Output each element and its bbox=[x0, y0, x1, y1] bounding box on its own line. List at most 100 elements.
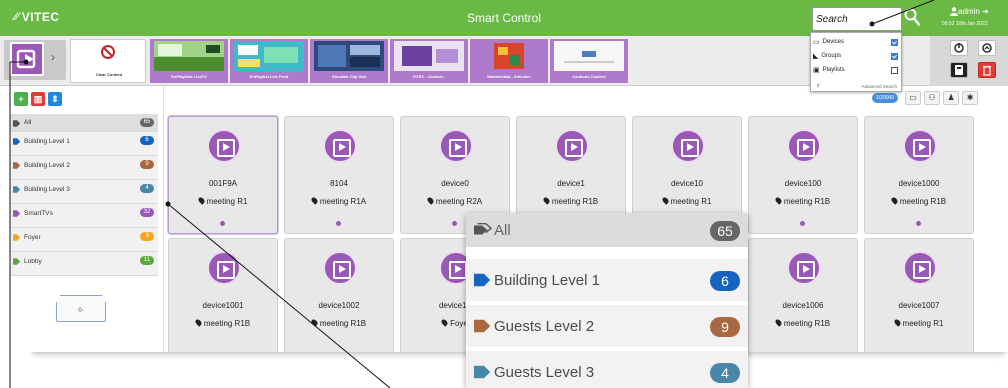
group-item-smarttvs[interactable]: SmartTVs 32 bbox=[10, 204, 158, 228]
group-view-button[interactable]: ⚇ bbox=[924, 91, 941, 105]
tags-icon bbox=[474, 223, 492, 235]
group-item-building-level-1[interactable]: Building Level 1 6 bbox=[10, 132, 158, 156]
device-name: device1006 bbox=[782, 301, 824, 310]
advanced-search-link[interactable]: Advanced Search bbox=[861, 84, 897, 89]
user-view-button[interactable]: ♟ bbox=[943, 91, 960, 105]
tags-icon: ◣ bbox=[813, 53, 819, 60]
device-location: meeting R1 bbox=[633, 196, 741, 206]
thumbnail-image-5 bbox=[474, 41, 544, 71]
group-count-badge: 32 bbox=[140, 208, 154, 217]
zoom-group-guests-level-3[interactable]: Guests Level 3 4 bbox=[466, 351, 748, 388]
groups-checkbox[interactable] bbox=[891, 53, 898, 60]
group-tools: + ▥ ⇕ bbox=[14, 92, 62, 106]
device-counter-badge: 1/20000 bbox=[872, 93, 899, 103]
group-item-all[interactable]: All 65 bbox=[10, 114, 158, 132]
clear-content-label: Clear Content bbox=[95, 72, 123, 77]
device-tile[interactable]: device1007 meeting R1 bbox=[864, 238, 974, 352]
search-option-groups[interactable]: ◣ Groups bbox=[813, 51, 901, 61]
device-tile[interactable]: 8104 meeting R1A bbox=[284, 116, 394, 234]
device-tile[interactable]: 001F9A meeting R1 bbox=[168, 116, 278, 234]
group-count-badge: 65 bbox=[140, 118, 154, 127]
content-thumbnail[interactable]: EnPlaylists LiveTV bbox=[150, 39, 228, 83]
logout-icon[interactable]: ➜ bbox=[982, 7, 989, 16]
device-location: meeting R1 bbox=[169, 196, 277, 206]
device-play-icon bbox=[787, 251, 821, 285]
device-location: meeting R1B bbox=[285, 318, 393, 328]
devices-icon: ▭ bbox=[813, 39, 820, 46]
user-block[interactable]: admin ➜ 09:52 10th Jan 2022 bbox=[940, 7, 1006, 31]
power-off-button[interactable] bbox=[950, 40, 968, 56]
drop-zone[interactable]: 0- bbox=[56, 295, 106, 322]
zoom-group-count: 9 bbox=[710, 317, 740, 337]
zoom-group-guests-level-2[interactable]: Guests Level 2 9 bbox=[466, 305, 748, 349]
device-location-label: meeting R1B bbox=[783, 197, 831, 206]
content-thumbnail[interactable]: EnPlaylist Live Feed bbox=[230, 39, 308, 83]
map-pin-icon bbox=[310, 318, 319, 327]
device-location-label: meeting R1 bbox=[206, 197, 248, 206]
power-up-icon bbox=[982, 43, 992, 53]
delete-group-button[interactable]: ▥ bbox=[31, 92, 45, 106]
search-input[interactable] bbox=[816, 9, 876, 29]
settings-button[interactable]: ✱ bbox=[962, 91, 979, 105]
device-tile[interactable]: device1006 meeting R1B bbox=[748, 238, 858, 352]
zoom-group-count: 65 bbox=[710, 221, 740, 241]
thumbnail-label: EnPlaylist Live Feed bbox=[249, 74, 289, 79]
map-pin-icon bbox=[542, 196, 551, 205]
device-tile[interactable]: device1000 meeting R1B bbox=[864, 116, 974, 234]
device-name: device1002 bbox=[318, 301, 360, 310]
device-play-icon bbox=[439, 129, 473, 163]
power-icon bbox=[954, 43, 964, 53]
devices-checkbox[interactable] bbox=[891, 39, 898, 46]
content-thumbnail[interactable]: VITEC - Custom - bbox=[390, 39, 468, 83]
advanced-search-icon: ♯ bbox=[817, 83, 820, 89]
search-option-playlists[interactable]: ▣ Playlists bbox=[813, 65, 901, 75]
map-pin-icon bbox=[892, 318, 902, 327]
group-count-badge: 3 bbox=[140, 232, 154, 241]
device-location-label: meeting R1 bbox=[670, 197, 712, 206]
thumbnail-label: Wankeredsk - Infection bbox=[487, 74, 531, 79]
playlists-checkbox[interactable] bbox=[891, 67, 898, 74]
selected-device-toggle[interactable]: › bbox=[4, 40, 66, 80]
device-view-button[interactable]: ▭ bbox=[905, 91, 922, 105]
clear-content-button[interactable]: Clear Content bbox=[70, 39, 146, 83]
zoom-group-all[interactable]: All 65 bbox=[466, 213, 748, 249]
content-thumbnail[interactable]: Cautious Content bbox=[550, 39, 628, 83]
group-item-building-level-3[interactable]: Building Level 3 4 bbox=[10, 180, 158, 204]
device-location-label: meeting R1 bbox=[902, 319, 944, 328]
playlist-icon: ▣ bbox=[813, 67, 820, 74]
group-label: Lobby bbox=[24, 258, 42, 265]
thumbnail-label: VITEC - Custom - bbox=[412, 74, 446, 79]
search-box[interactable] bbox=[812, 7, 902, 31]
delete-device-button[interactable] bbox=[978, 62, 996, 78]
power-on-button[interactable] bbox=[978, 40, 996, 56]
content-thumbnail[interactable]: Glendale City Gov bbox=[310, 39, 388, 83]
thumbnail-image-4 bbox=[394, 41, 464, 71]
device-location-label: meeting R1A bbox=[319, 197, 367, 206]
user-icon: ♟ bbox=[947, 93, 955, 102]
device-view-toolbar: 1/20000 ▭ ⚇ ♟ ✱ bbox=[872, 90, 979, 106]
users-icon: ⚇ bbox=[928, 93, 936, 102]
thumbnail-label: Glendale City Gov bbox=[331, 74, 367, 79]
drop-zone-label: 0- bbox=[78, 308, 84, 314]
device-tile[interactable]: device1001 meeting R1B bbox=[168, 238, 278, 352]
device-tile[interactable]: device1002 meeting R1B bbox=[284, 238, 394, 352]
screen-play-icon bbox=[10, 42, 44, 76]
add-group-button[interactable]: + bbox=[14, 92, 28, 106]
zoom-group-building-level-1[interactable]: Building Level 1 6 bbox=[466, 259, 748, 303]
map-pin-icon bbox=[194, 318, 203, 327]
search-option-devices[interactable]: ▭ Devices bbox=[813, 37, 901, 47]
group-label: Foyer bbox=[24, 234, 41, 241]
zoom-group-count: 6 bbox=[710, 271, 740, 291]
device-location: meeting R1B bbox=[865, 196, 973, 206]
sort-groups-button[interactable]: ⇕ bbox=[48, 92, 62, 106]
device-tile[interactable]: device100 meeting R1B bbox=[748, 116, 858, 234]
group-item-building-level-2[interactable]: Building Level 2 9 bbox=[10, 156, 158, 180]
device-location-label: meeting R1B bbox=[783, 319, 831, 328]
search-icon[interactable] bbox=[904, 8, 920, 26]
status-dot bbox=[452, 221, 457, 226]
group-item-lobby[interactable]: Lobby 11 bbox=[10, 252, 158, 276]
group-item-foyer[interactable]: Foyer 3 bbox=[10, 228, 158, 252]
remote-button[interactable] bbox=[950, 62, 968, 78]
device-name: 8104 bbox=[330, 179, 348, 188]
content-thumbnail[interactable]: Wankeredsk - Infection bbox=[470, 39, 548, 83]
